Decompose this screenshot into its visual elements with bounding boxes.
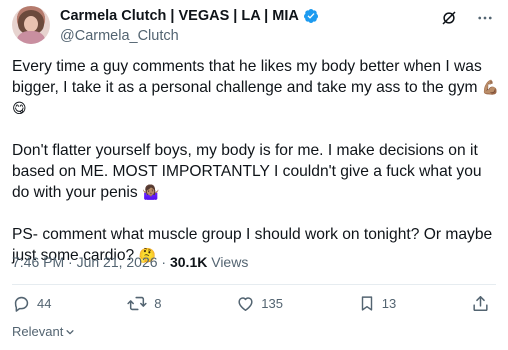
share-button[interactable] bbox=[471, 294, 490, 313]
sort-label: Relevant bbox=[12, 324, 64, 339]
chevron-down-icon bbox=[66, 329, 74, 334]
top-icons bbox=[440, 9, 494, 27]
avatar-face bbox=[24, 16, 38, 32]
divider bbox=[12, 284, 496, 285]
repost-icon bbox=[127, 296, 147, 311]
author-display-name[interactable]: Carmela Clutch | VEGAS | LA | MIA bbox=[60, 8, 299, 24]
repost-count: 8 bbox=[154, 296, 162, 311]
bookmark-icon bbox=[361, 296, 372, 311]
bookmark-count: 13 bbox=[381, 296, 397, 311]
avatar-body bbox=[17, 31, 45, 44]
verified-badge-icon bbox=[303, 8, 319, 24]
views-count: 30.1K bbox=[169, 254, 208, 270]
tweet-timestamp[interactable]: 7:46 PM · Jun 21, 2026 · bbox=[12, 254, 170, 270]
grok-icon[interactable] bbox=[440, 9, 458, 27]
avatar[interactable] bbox=[12, 6, 50, 44]
repost-button[interactable]: 8 bbox=[126, 294, 161, 313]
tweet-meta: 7:46 PM · Jun 21, 2026 · 30.1K Views bbox=[12, 254, 248, 270]
sort-dropdown[interactable]: Relevant bbox=[12, 324, 75, 339]
author-handle[interactable]: @Carmela_Clutch bbox=[60, 28, 179, 44]
tweet-paragraph-2: Don't flatter yourself boys, my body is … bbox=[12, 140, 502, 203]
shrug-emoji: 🤷🏽‍♀️ bbox=[142, 184, 160, 200]
tweet-paragraph-2-text: Don't flatter yourself boys, my body is … bbox=[12, 142, 482, 201]
reply-count: 44 bbox=[37, 296, 52, 311]
tweet-text: Every time a guy comments that he likes … bbox=[12, 56, 502, 287]
heart-icon bbox=[238, 297, 253, 311]
views-label: Views bbox=[207, 254, 249, 270]
share-icon bbox=[473, 296, 488, 311]
reply-button[interactable]: 44 bbox=[12, 294, 51, 313]
like-count: 135 bbox=[261, 296, 283, 311]
bookmark-button[interactable]: 13 bbox=[358, 294, 396, 313]
more-icon[interactable] bbox=[476, 9, 494, 27]
reply-icon bbox=[14, 296, 29, 312]
tweet-paragraph-1-text: Every time a guy comments that he likes … bbox=[12, 58, 482, 96]
like-button[interactable]: 135 bbox=[236, 294, 283, 313]
author-name-row[interactable]: Carmela Clutch | VEGAS | LA | MIA bbox=[60, 8, 319, 24]
tweet-paragraph-1: Every time a guy comments that he likes … bbox=[12, 56, 502, 119]
action-bar: 44 8 135 13 bbox=[12, 294, 490, 313]
